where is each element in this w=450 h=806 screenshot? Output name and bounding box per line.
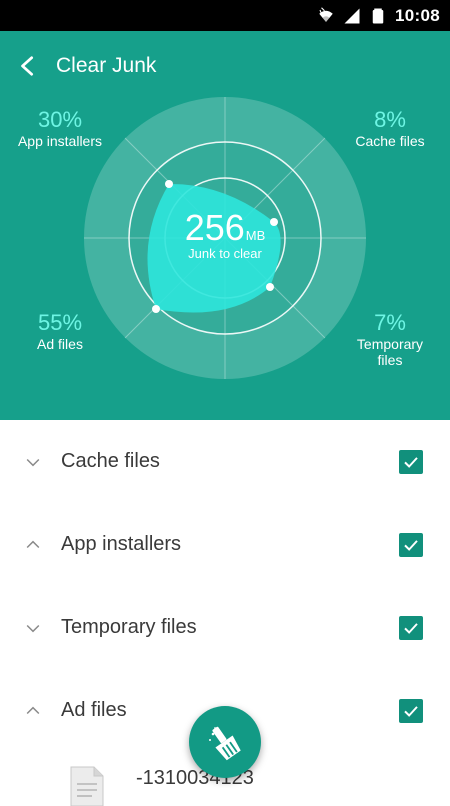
checkmark-icon bbox=[404, 705, 418, 717]
stat-label: files bbox=[377, 352, 403, 368]
list-item-label: App installers bbox=[61, 533, 182, 555]
stat-temporary-files: 7% Temporary files bbox=[350, 310, 430, 368]
chevron-up-icon[interactable] bbox=[23, 535, 43, 555]
junk-size-value: 256 bbox=[184, 207, 245, 248]
checkmark-icon bbox=[404, 622, 418, 634]
checkmark-icon bbox=[404, 456, 418, 468]
stat-app-installers: 30% App installers bbox=[14, 107, 106, 149]
checkbox-app-installers[interactable] bbox=[399, 532, 423, 557]
checkbox-ad-files[interactable] bbox=[399, 698, 423, 723]
wifi-icon bbox=[319, 6, 333, 22]
clean-button[interactable] bbox=[189, 706, 261, 778]
status-time: 10:08 bbox=[395, 5, 440, 25]
battery-icon bbox=[372, 8, 384, 23]
list-item-label: Ad files bbox=[61, 699, 127, 721]
radar-point-app-installers bbox=[165, 180, 173, 188]
stat-label: Ad files bbox=[37, 336, 83, 352]
document-icon bbox=[70, 766, 104, 806]
junk-summary-panel: Clear Junk 256MB Junk to clear 30% App i… bbox=[0, 31, 450, 420]
checkbox-temporary-files[interactable] bbox=[399, 615, 423, 640]
back-arrow-icon bbox=[21, 56, 34, 76]
chevron-down-icon[interactable] bbox=[23, 452, 43, 472]
list-item-label: Cache files bbox=[61, 450, 160, 472]
radar-point-ad-files bbox=[152, 305, 160, 313]
broom-clean-icon bbox=[209, 726, 241, 761]
status-bar: 10:08 bbox=[0, 0, 450, 31]
chevron-up-icon[interactable] bbox=[23, 701, 43, 721]
page-title: Clear Junk bbox=[56, 54, 157, 77]
stat-ad-files: 55% Ad files bbox=[22, 310, 98, 352]
stat-label: App installers bbox=[17, 133, 103, 149]
list-item-temporary-files[interactable]: Temporary files bbox=[0, 586, 450, 669]
chevron-down-icon[interactable] bbox=[23, 618, 43, 638]
checkmark-icon bbox=[404, 539, 418, 551]
list-item-app-installers[interactable]: App installers bbox=[0, 503, 450, 586]
stat-percent: 30% bbox=[37, 107, 83, 132]
stat-label: Temporary bbox=[356, 336, 424, 352]
junk-size-unit: MB bbox=[245, 228, 266, 243]
stat-label: Cache files bbox=[355, 133, 425, 149]
stat-cache-files: 8% Cache files bbox=[350, 107, 430, 149]
stat-percent: 8% bbox=[374, 107, 406, 132]
toolbar: Clear Junk bbox=[0, 31, 450, 101]
list-item-cache-files[interactable]: Cache files bbox=[0, 420, 450, 503]
list-item-label: Temporary files bbox=[61, 616, 197, 638]
radar-point-temporary-files bbox=[266, 283, 274, 291]
signal-icon bbox=[344, 8, 360, 23]
stat-percent: 7% bbox=[374, 310, 406, 335]
checkbox-cache-files[interactable] bbox=[399, 449, 423, 474]
junk-caption: Junk to clear bbox=[188, 246, 262, 261]
junk-total: 256MB Junk to clear bbox=[150, 207, 300, 261]
stat-percent: 55% bbox=[37, 310, 83, 335]
back-button[interactable] bbox=[0, 38, 56, 94]
